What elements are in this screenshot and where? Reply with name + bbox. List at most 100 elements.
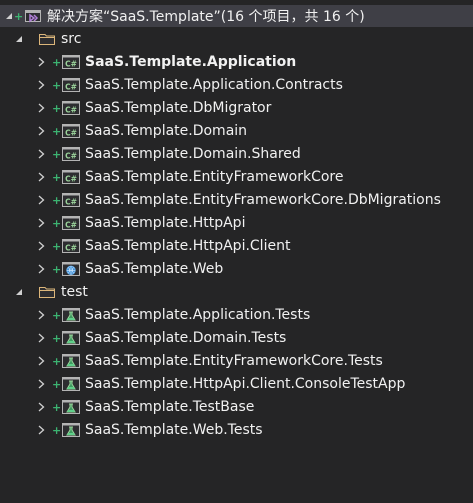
project-label: SaaS.Template.EntityFrameworkCore.Tests [85,353,383,369]
folder-icon [38,284,56,300]
project-label: SaaS.Template.EntityFrameworkCore.DbMigr… [85,192,441,208]
svg-text:C#: C# [65,60,77,69]
folder-node-test[interactable]: test [0,281,473,303]
project-label: SaaS.Template.Application [85,54,297,70]
collapsed-chevron-icon[interactable] [36,264,46,274]
collapsed-chevron-icon[interactable] [36,218,46,228]
collapsed-chevron-icon[interactable] [36,241,46,251]
csharp-project-icon: C# [62,54,80,70]
collapsed-chevron-icon[interactable] [36,310,46,320]
svg-text:C#: C# [65,198,77,207]
csharp-project-icon: C# [62,100,80,116]
project-node[interactable]: + C# SaaS.Template.EntityFrameworkCore.DbM… [0,189,473,211]
project-node[interactable]: + SaaS.Template.HttpApi.Client.ConsoleTes… [0,373,473,395]
csharp-project-icon: C# [62,146,80,162]
folder-node-src[interactable]: src [0,28,473,50]
project-label: SaaS.Template.HttpApi [85,215,246,231]
collapsed-chevron-icon[interactable] [36,172,46,182]
svg-text:C#: C# [65,129,77,138]
added-to-source-control-icon: + [52,55,62,69]
added-to-source-control-icon: + [52,78,62,92]
project-node[interactable]: + C# SaaS.Template.DbMigrator [0,97,473,119]
project-node[interactable]: + C# SaaS.Template.Application.Contracts [0,74,473,96]
added-to-source-control-icon: + [52,331,62,345]
project-node[interactable]: + C# SaaS.Template.HttpApi [0,212,473,234]
added-to-source-control-icon: + [52,193,62,207]
folder-label: test [61,284,88,300]
csharp-project-icon: C# [62,123,80,139]
test-project-icon [62,307,80,323]
project-label: SaaS.Template.HttpApi.Client [85,238,291,254]
project-node[interactable]: + SaaS.Template.Application.Tests [0,304,473,326]
added-to-source-control-icon: + [52,423,62,437]
expanded-triangle-icon[interactable] [14,34,24,44]
csharp-project-icon: C# [62,215,80,231]
project-node[interactable]: + C# SaaS.Template.Domain.Shared [0,143,473,165]
project-label: SaaS.Template.Domain.Shared [85,146,301,162]
svg-text:C#: C# [65,221,77,230]
project-label: SaaS.Template.Domain [85,123,248,139]
folder-icon [38,31,56,47]
collapsed-chevron-icon[interactable] [36,402,46,412]
collapsed-chevron-icon[interactable] [36,195,46,205]
added-to-source-control-icon: + [52,377,62,391]
project-node[interactable]: + SaaS.Template.Web [0,258,473,280]
project-label: SaaS.Template.TestBase [85,399,255,415]
project-node[interactable]: + C# SaaS.Template.HttpApi.Client [0,235,473,257]
collapsed-chevron-icon[interactable] [36,333,46,343]
project-node[interactable]: + C# SaaS.Template.EntityFrameworkCore [0,166,473,188]
project-label: SaaS.Template.Web.Tests [85,422,263,438]
svg-text:C#: C# [65,83,77,92]
test-project-icon [62,353,80,369]
collapsed-chevron-icon[interactable] [36,149,46,159]
test-project-icon [62,399,80,415]
collapsed-chevron-icon[interactable] [36,425,46,435]
web-project-icon [62,261,80,277]
added-to-source-control-icon: + [52,147,62,161]
project-label: SaaS.Template.Application.Contracts [85,77,343,93]
svg-text:C#: C# [65,106,77,115]
project-node[interactable]: + SaaS.Template.TestBase [0,396,473,418]
project-label: SaaS.Template.HttpApi.Client.ConsoleTest… [85,376,406,392]
added-to-source-control-icon: + [52,170,62,184]
test-project-icon [62,376,80,392]
added-to-source-control-icon: + [52,216,62,230]
collapsed-chevron-icon[interactable] [36,80,46,90]
svg-text:C#: C# [65,244,77,253]
project-node[interactable]: + SaaS.Template.EntityFrameworkCore.Tests [0,350,473,372]
csharp-project-icon: C# [62,77,80,93]
expanded-triangle-icon[interactable] [4,11,14,21]
collapsed-chevron-icon[interactable] [36,356,46,366]
solution-icon [24,8,42,24]
added-to-source-control-icon: + [52,262,62,276]
project-label: SaaS.Template.Web [85,261,224,277]
project-label: SaaS.Template.Domain.Tests [85,330,287,346]
added-to-source-control-icon: + [52,124,62,138]
test-project-icon [62,422,80,438]
csharp-project-icon: C# [62,192,80,208]
collapsed-chevron-icon[interactable] [36,126,46,136]
collapsed-chevron-icon[interactable] [36,57,46,67]
csharp-project-icon: C# [62,169,80,185]
solution-label: 解决方案“SaaS.Template”(16 个项目，共 16 个) [47,9,365,25]
solution-node[interactable]: + 解决方案“SaaS.Template”(16 个项目，共 16 个) [0,5,473,27]
svg-text:C#: C# [65,175,77,184]
added-to-source-control-icon: + [52,101,62,115]
added-to-source-control-icon: + [52,308,62,322]
added-to-source-control-icon: + [52,400,62,414]
project-node[interactable]: + C# SaaS.Template.Application [0,51,473,73]
project-node[interactable]: + C# SaaS.Template.Domain [0,120,473,142]
svg-text:C#: C# [65,152,77,161]
project-label: SaaS.Template.Application.Tests [85,307,311,323]
project-node[interactable]: + SaaS.Template.Domain.Tests [0,327,473,349]
project-label: SaaS.Template.DbMigrator [85,100,272,116]
expanded-triangle-icon[interactable] [14,287,24,297]
folder-label: src [61,31,82,47]
test-project-icon [62,330,80,346]
csharp-project-icon: C# [62,238,80,254]
added-to-source-control-icon: + [52,354,62,368]
collapsed-chevron-icon[interactable] [36,379,46,389]
project-label: SaaS.Template.EntityFrameworkCore [85,169,344,185]
collapsed-chevron-icon[interactable] [36,103,46,113]
project-node[interactable]: + SaaS.Template.Web.Tests [0,419,473,441]
